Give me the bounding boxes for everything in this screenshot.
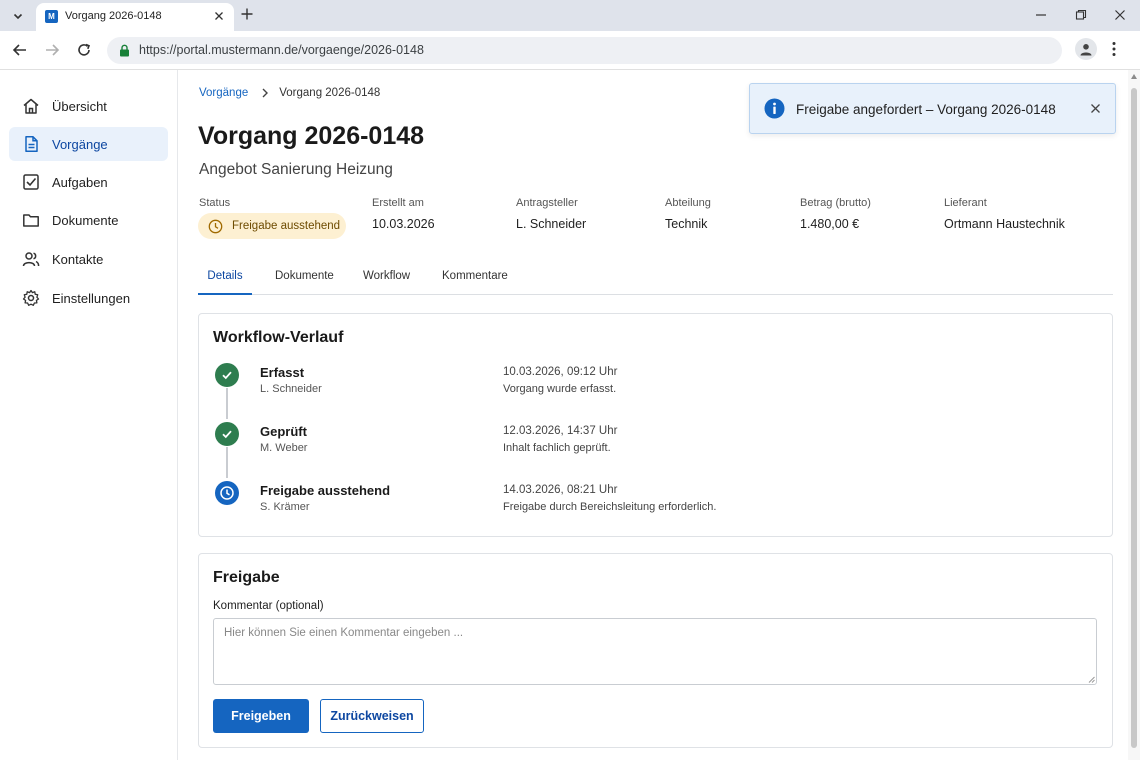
url-text: https://portal.mustermann.de/vorgaenge/2… (139, 43, 424, 57)
sidebar-item-kontakte[interactable]: Kontakte (9, 242, 168, 276)
breadcrumb-link-vorgaenge[interactable]: Vorgänge (199, 87, 248, 99)
workflow-step: Freigabe ausstehend S. Krämer 14.03.2026… (213, 481, 1093, 525)
browser-tab-strip: M Vorgang 2026-0148 (0, 0, 1140, 31)
close-icon[interactable] (1090, 103, 1101, 114)
amount-label: Betrag (brutto) (800, 197, 871, 209)
breadcrumb-current: Vorgang 2026-0148 (279, 87, 381, 99)
sidebar-item-vorgaenge[interactable]: Vorgänge (9, 127, 168, 161)
clock-icon (208, 219, 223, 234)
gear-icon (22, 289, 40, 307)
close-window-icon[interactable] (1114, 9, 1126, 21)
check-circle-icon (215, 363, 239, 387)
sidebar-item-label: Aufgaben (52, 175, 108, 190)
contacts-icon (22, 250, 40, 268)
detail-tabs: Details Dokumente Workflow Kommentare (198, 265, 1113, 295)
favicon-icon: M (45, 10, 58, 23)
sidebar: Übersicht Vorgänge Aufgaben Dokumente Ko… (0, 70, 178, 760)
sidebar-item-label: Kontakte (52, 252, 104, 267)
step-person: S. Krämer (260, 501, 310, 513)
breadcrumb: Vorgänge Vorgang 2026-0148 (199, 87, 380, 99)
sidebar-item-label: Dokumente (52, 213, 119, 228)
folder-icon (22, 211, 40, 229)
workflow-card: Workflow-Verlauf Erfasst L. Schneider 10… (198, 313, 1113, 537)
reject-button[interactable]: Zurückweisen (320, 699, 424, 733)
browser-menu-icon[interactable] (1112, 41, 1116, 57)
tab-workflow[interactable]: Workflow (363, 270, 410, 295)
amount-value: 1.480,00 € (800, 217, 860, 231)
checkbox-icon (22, 173, 40, 191)
scrollbar-thumb[interactable] (1131, 88, 1137, 748)
sidebar-item-dokumente[interactable]: Dokumente (9, 203, 168, 237)
chevron-down-icon (13, 13, 23, 19)
applicant-value: L. Schneider (516, 217, 587, 231)
step-note: Freigabe durch Bereichsleitung erforderl… (503, 501, 717, 513)
step-timestamp: 12.03.2026, 14:37 Uhr (503, 425, 618, 437)
sidebar-item-einstellungen[interactable]: Einstellungen (9, 281, 168, 315)
browser-tab[interactable]: M Vorgang 2026-0148 (36, 3, 234, 31)
forward-arrow-icon[interactable] (44, 42, 60, 58)
step-note: Inhalt fachlich geprüft. (503, 442, 611, 454)
home-icon (22, 97, 40, 115)
step-name: Freigabe ausstehend (260, 483, 391, 498)
sidebar-item-label: Vorgänge (52, 137, 108, 152)
tab-search-button[interactable] (6, 4, 30, 27)
check-circle-icon (215, 422, 239, 446)
step-person: L. Schneider (260, 383, 322, 395)
restore-icon[interactable] (1075, 9, 1087, 21)
sidebar-item-label: Einstellungen (52, 291, 131, 306)
status-badge: Freigabe ausstehend (198, 213, 346, 239)
step-name: Erfasst (260, 365, 305, 380)
tab-dokumente[interactable]: Dokumente (275, 270, 334, 295)
supplier-value: Ortmann Haustechnik (944, 217, 1065, 231)
comment-field[interactable] (213, 618, 1097, 685)
workflow-step: Geprüft M. Weber 12.03.2026, 14:37 Uhr I… (213, 422, 1093, 466)
workflow-step: Erfasst L. Schneider 10.03.2026, 09:12 U… (213, 363, 1093, 407)
minimize-icon[interactable] (1035, 9, 1047, 21)
created-label: Erstellt am (372, 197, 424, 209)
close-tab-icon[interactable] (214, 11, 224, 21)
address-bar-row: https://portal.mustermann.de/vorgaenge/2… (0, 31, 1140, 70)
clock-icon (215, 481, 239, 505)
notification-toast: Freigabe angefordert – Vorgang 2026-0148 (749, 83, 1116, 134)
sidebar-item-aufgaben[interactable]: Aufgaben (9, 165, 168, 199)
sidebar-item-uebersicht[interactable]: Übersicht (9, 89, 168, 123)
department-label: Abteilung (665, 197, 711, 209)
supplier-label: Lieferant (944, 197, 987, 209)
page-subtitle: Angebot Sanierung Heizung (199, 161, 393, 178)
comment-label: Kommentar (optional) (213, 600, 324, 612)
step-name: Geprüft (260, 424, 307, 439)
toast-message: Freigabe angefordert – Vorgang 2026-0148 (796, 102, 1056, 117)
browser-tab-title: Vorgang 2026-0148 (65, 10, 162, 22)
workflow-title: Workflow-Verlauf (213, 329, 344, 346)
approval-card: Freigabe Kommentar (optional) Freigeben … (198, 553, 1113, 748)
lock-icon (119, 44, 130, 57)
step-person: M. Weber (260, 442, 308, 454)
profile-avatar-icon[interactable] (1075, 38, 1097, 60)
tab-details[interactable]: Details (198, 270, 252, 295)
page-title: Vorgang 2026-0148 (198, 122, 425, 150)
applicant-label: Antragsteller (516, 197, 578, 209)
main-content: Vorgänge Vorgang 2026-0148 Vorgang 2026-… (179, 70, 1128, 760)
status-badge-text: Freigabe ausstehend (232, 220, 341, 232)
chevron-right-icon (261, 88, 269, 98)
url-field[interactable]: https://portal.mustermann.de/vorgaenge/2… (107, 37, 1062, 64)
step-timestamp: 14.03.2026, 08:21 Uhr (503, 484, 618, 496)
scroll-up-icon[interactable] (1131, 74, 1137, 79)
back-arrow-icon[interactable] (12, 42, 28, 58)
info-icon (764, 98, 785, 119)
department-value: Technik (665, 217, 708, 231)
tab-kommentare[interactable]: Kommentare (442, 270, 508, 295)
created-value: 10.03.2026 (372, 217, 435, 231)
step-timestamp: 10.03.2026, 09:12 Uhr (503, 366, 618, 378)
approve-button[interactable]: Freigeben (213, 699, 309, 733)
step-note: Vorgang wurde erfasst. (503, 383, 617, 395)
page-scrollbar[interactable] (1128, 70, 1140, 760)
approval-title: Freigabe (213, 569, 280, 586)
reload-icon[interactable] (76, 42, 92, 58)
document-icon (22, 135, 40, 153)
sidebar-item-label: Übersicht (52, 99, 107, 114)
resize-handle-icon[interactable] (1088, 676, 1095, 683)
new-tab-icon[interactable] (240, 7, 254, 21)
status-label: Status (199, 197, 231, 209)
